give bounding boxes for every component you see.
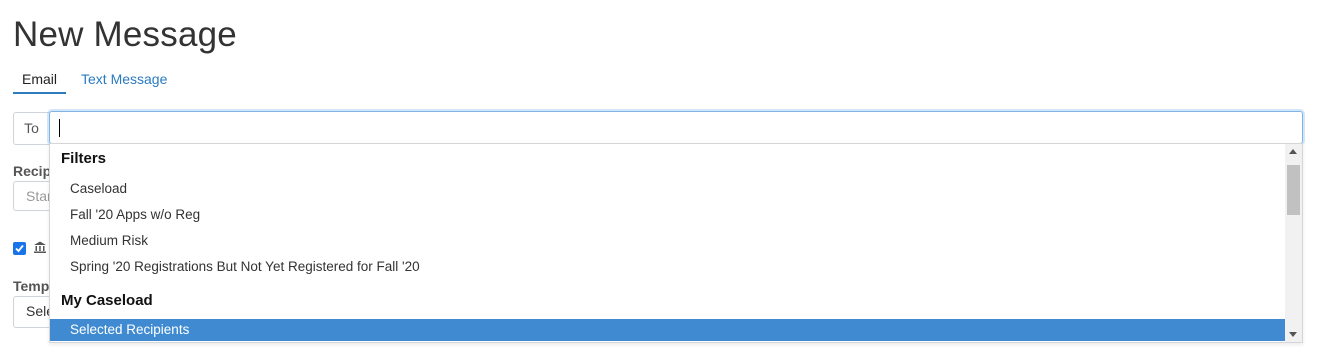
tab-text-message[interactable]: Text Message <box>81 66 167 92</box>
group-header-my-caseload: My Caseload <box>61 292 153 309</box>
group-header-filters: Filters <box>61 150 107 167</box>
include-checkbox[interactable] <box>13 242 26 255</box>
checkbox-checked-icon <box>15 244 24 253</box>
page-title: New Message <box>13 15 237 54</box>
recipients-input[interactable]: Star <box>13 181 53 211</box>
recipient-dropdown[interactable]: Filters Caseload Fall '20 Apps w/o Reg M… <box>49 143 1303 343</box>
dropdown-scrollbar[interactable] <box>1285 144 1302 342</box>
text-caret <box>59 119 60 137</box>
to-recipient-input[interactable] <box>49 111 1303 144</box>
bank-icon <box>33 240 47 259</box>
template-select[interactable]: Sele <box>13 296 54 328</box>
scroll-up-icon[interactable] <box>1289 149 1297 154</box>
option-spring-registrations[interactable]: Spring '20 Registrations But Not Yet Reg… <box>50 256 1286 278</box>
scrollbar-thumb[interactable] <box>1287 165 1300 215</box>
option-fall-apps[interactable]: Fall '20 Apps w/o Reg <box>50 204 1286 226</box>
option-selected-recipients[interactable]: Selected Recipients <box>50 319 1286 341</box>
template-label: Templ <box>13 278 54 294</box>
option-medium-risk[interactable]: Medium Risk <box>50 230 1286 252</box>
scroll-down-icon[interactable] <box>1289 332 1297 337</box>
to-addon-label: To <box>13 112 49 145</box>
tab-email[interactable]: Email <box>13 66 66 94</box>
option-caseload[interactable]: Caseload <box>50 178 1286 200</box>
